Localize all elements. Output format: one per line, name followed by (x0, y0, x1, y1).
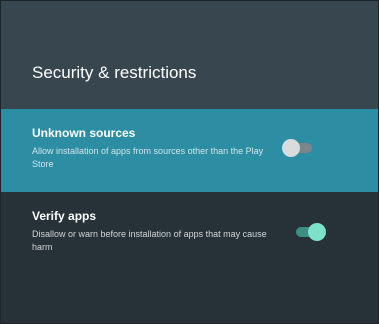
page-title: Security & restrictions (32, 63, 197, 82)
settings-screen: Security & restrictions Unknown sources … (0, 0, 379, 324)
setting-title: Verify apps (32, 209, 97, 223)
setting-title: Unknown sources (32, 126, 136, 140)
setting-row-unknown-sources[interactable]: Unknown sources Allow installation of ap… (1, 109, 378, 192)
header-bar: Security & restrictions (1, 1, 378, 109)
unknown-sources-toggle[interactable] (282, 138, 316, 158)
verify-apps-toggle[interactable] (292, 222, 326, 242)
setting-row-verify-apps[interactable]: Verify apps Disallow or warn before inst… (1, 196, 378, 266)
setting-description: Disallow or warn before installation of … (32, 229, 267, 252)
setting-description: Allow installation of apps from sources … (32, 146, 264, 169)
toggle-thumb (282, 139, 300, 157)
toggle-thumb (308, 223, 326, 241)
